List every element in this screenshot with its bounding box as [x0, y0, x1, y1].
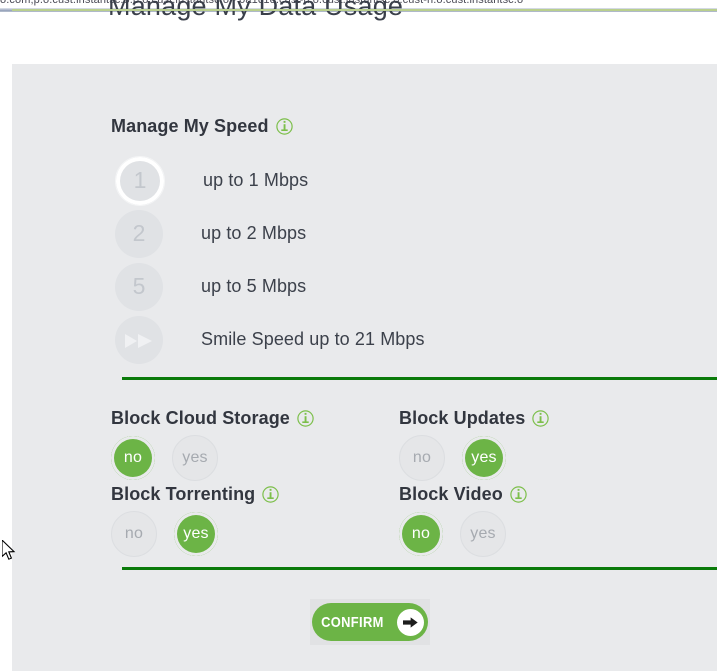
- page-title: Manage My Data Usage: [108, 0, 404, 21]
- data-usage-panel: Manage My Speed 1 up to 1 Mbps 2 up to 2…: [12, 64, 717, 671]
- speed-option-5-label: up to 5 Mbps: [201, 276, 307, 296]
- speed-option-1-label: up to 1 Mbps: [203, 170, 309, 190]
- block-torrenting-yes-label: yes: [183, 525, 209, 542]
- speed-option-1[interactable]: 1 up to 1 Mbps: [111, 154, 671, 207]
- speed-options-list: 1 up to 1 Mbps 2 up to 2 Mbps 5 up to 5 …: [111, 154, 671, 366]
- block-cloud-storage-yes-button[interactable]: yes: [172, 435, 218, 481]
- block-cloud-storage-group: Block Cloud Storage no yes: [111, 408, 314, 481]
- speed-option-smile-speed[interactable]: Smile Speed up to 21 Mbps: [111, 313, 671, 366]
- info-icon[interactable]: [532, 410, 550, 427]
- speed-option-2[interactable]: 2 up to 2 Mbps: [111, 207, 671, 260]
- speed-badge-2[interactable]: 2: [115, 209, 163, 258]
- manage-my-speed-label: Manage My Speed: [111, 116, 269, 136]
- speed-badge-1[interactable]: 1: [115, 155, 165, 206]
- info-icon[interactable]: [297, 410, 314, 427]
- title-underline: [12, 9, 717, 11]
- block-cloud-storage-no-button[interactable]: no: [111, 436, 155, 480]
- block-updates-no-button[interactable]: no: [399, 435, 445, 481]
- block-torrenting-label: Block Torrenting: [111, 484, 256, 504]
- info-icon[interactable]: [262, 486, 279, 503]
- block-video-group: Block Video no yes: [399, 484, 527, 557]
- speed-option-5[interactable]: 5 up to 5 Mbps: [111, 260, 671, 313]
- block-updates-label: Block Updates: [399, 408, 526, 428]
- block-video-yes-button[interactable]: yes: [460, 511, 506, 557]
- block-video-yes-label: yes: [470, 525, 496, 542]
- divider-bottom: [122, 567, 717, 570]
- info-icon[interactable]: [510, 486, 527, 503]
- speed-option-2-label: up to 2 Mbps: [201, 223, 307, 243]
- speed-badge-5[interactable]: 5: [115, 262, 163, 311]
- speed-badge-smile-speed[interactable]: [115, 315, 163, 364]
- confirm-button[interactable]: CONFIRM: [312, 603, 428, 641]
- confirm-button-label: CONFIRM: [320, 613, 384, 631]
- block-torrenting-no-label: no: [124, 525, 144, 542]
- arrow-right-icon: [397, 608, 425, 636]
- block-torrenting-toggles: no yes: [111, 511, 279, 557]
- block-torrenting-yes-button[interactable]: yes: [174, 512, 218, 556]
- block-updates-group: Block Updates no yes: [399, 408, 550, 481]
- block-torrenting-heading: Block Torrenting: [111, 484, 279, 505]
- speed-badge-2-value: 2: [132, 220, 146, 246]
- speed-option-smile-speed-label: Smile Speed up to 21 Mbps: [201, 329, 425, 349]
- block-updates-no-label: no: [412, 449, 432, 466]
- confirm-button-container: CONFIRM: [310, 599, 430, 645]
- speed-badge-5-value: 5: [132, 273, 146, 299]
- manage-my-speed-heading: Manage My Speed: [111, 116, 293, 137]
- block-torrenting-group: Block Torrenting no yes: [111, 484, 279, 557]
- block-updates-toggles: no yes: [399, 435, 549, 481]
- block-video-no-button[interactable]: no: [399, 512, 443, 556]
- block-video-heading: Block Video: [399, 484, 527, 505]
- block-video-label: Block Video: [399, 484, 503, 504]
- speed-badge-1-value: 1: [133, 167, 147, 193]
- block-cloud-storage-no-label: no: [123, 449, 143, 466]
- block-updates-yes-button[interactable]: yes: [462, 436, 506, 480]
- block-cloud-storage-label: Block Cloud Storage: [111, 408, 290, 428]
- block-updates-heading: Block Updates: [399, 408, 550, 429]
- mouse-cursor: [1, 538, 16, 562]
- block-cloud-storage-heading: Block Cloud Storage: [111, 408, 314, 429]
- block-video-toggles: no yes: [399, 511, 527, 557]
- block-cloud-storage-toggles: no yes: [111, 435, 314, 481]
- fast-forward-icon: [124, 330, 154, 350]
- block-cloud-storage-yes-label: yes: [182, 449, 208, 466]
- block-torrenting-no-button[interactable]: no: [111, 511, 157, 557]
- divider-top: [122, 377, 717, 380]
- block-updates-yes-label: yes: [471, 449, 497, 466]
- info-icon[interactable]: [275, 118, 293, 135]
- block-video-no-label: no: [411, 525, 431, 542]
